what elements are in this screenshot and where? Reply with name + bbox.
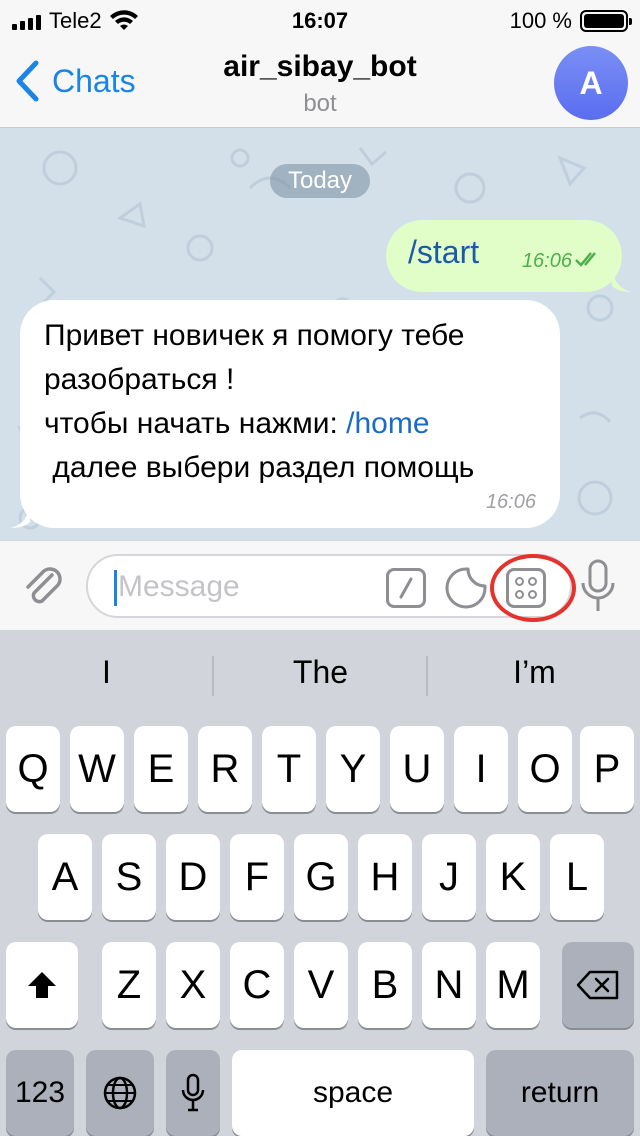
home-command-link[interactable]: /home (346, 407, 429, 440)
slash-icon (399, 577, 413, 599)
key-g[interactable]: G (294, 834, 348, 920)
prediction-2[interactable]: The (214, 654, 427, 691)
predictive-bar: I The I’m (0, 630, 640, 718)
message-line: чтобы начать нажми: /home (44, 402, 544, 446)
key-n[interactable]: N (422, 942, 476, 1028)
globe-key[interactable] (86, 1050, 154, 1136)
read-checkmarks-icon (575, 252, 596, 267)
outgoing-message-text: /start (408, 234, 480, 270)
key-f[interactable]: F (230, 834, 284, 920)
status-right: 100 % (509, 8, 632, 34)
outgoing-message[interactable]: /start 16:06 (386, 220, 632, 292)
key-m[interactable]: M (486, 942, 540, 1028)
key-k[interactable]: K (486, 834, 540, 920)
key-w[interactable]: W (70, 726, 124, 812)
annotation-circle (490, 554, 576, 622)
chat-title[interactable]: air_sibay_bot (0, 50, 640, 84)
prediction-1[interactable]: I (0, 654, 213, 691)
avatar[interactable]: A (554, 46, 628, 120)
chat-subtitle: bot (303, 90, 337, 117)
key-v[interactable]: V (294, 942, 348, 1028)
dictation-key[interactable] (166, 1050, 220, 1136)
text-caret (114, 570, 117, 606)
status-bar: Tele2 16:07 100 % (0, 0, 640, 40)
space-key[interactable]: space (232, 1050, 474, 1136)
incoming-message-text: Привет новичек я помогу тебе разобраться… (44, 314, 544, 490)
key-t[interactable]: T (262, 726, 316, 812)
battery-icon (580, 10, 632, 32)
chat-area[interactable]: Today /start 16:06 Привет новичек я помо… (0, 128, 640, 540)
key-j[interactable]: J (422, 834, 476, 920)
key-c[interactable]: C (230, 942, 284, 1028)
message-line: далее выбери раздел помощь (44, 451, 475, 484)
key-s[interactable]: S (102, 834, 156, 920)
ios-keyboard: I The I’m Q W E R T Y U I O P A S D F G … (0, 630, 640, 1136)
message-placeholder: Message (118, 570, 240, 603)
key-y[interactable]: Y (326, 726, 380, 812)
incoming-message-time: 16:06 (485, 491, 536, 513)
key-u[interactable]: U (390, 726, 444, 812)
key-a[interactable]: A (38, 834, 92, 920)
bot-command-button[interactable] (386, 568, 426, 608)
battery-percent: 100 % (509, 8, 572, 33)
outgoing-message-time: 16:06 (521, 250, 572, 272)
shift-arrow-icon (28, 972, 56, 998)
backspace-icon (576, 970, 619, 1000)
navigation-bar: Chats air_sibay_bot bot A (0, 40, 640, 128)
message-line: разобраться ! (44, 363, 235, 396)
numbers-key[interactable]: 123 (6, 1050, 74, 1136)
bubble-tail (10, 504, 30, 528)
microphone-icon[interactable] (578, 557, 618, 615)
key-x[interactable]: X (166, 942, 220, 1028)
microphone-icon (181, 1073, 205, 1112)
key-d[interactable]: D (166, 834, 220, 920)
bubble-tail (612, 268, 632, 292)
key-i[interactable]: I (454, 726, 508, 812)
incoming-message[interactable]: Привет новичек я помогу тебе разобраться… (10, 300, 560, 528)
key-l[interactable]: L (550, 834, 604, 920)
delete-key[interactable] (562, 942, 634, 1028)
sticker-icon[interactable] (444, 566, 488, 610)
prediction-3[interactable]: I’m (428, 654, 640, 691)
key-b[interactable]: B (358, 942, 412, 1028)
key-e[interactable]: E (134, 726, 188, 812)
key-z[interactable]: Z (102, 942, 156, 1028)
message-text: чтобы начать нажми: (44, 407, 347, 440)
key-o[interactable]: O (518, 726, 572, 812)
globe-icon (103, 1076, 137, 1110)
key-h[interactable]: H (358, 834, 412, 920)
date-divider: Today (270, 164, 370, 198)
key-p[interactable]: P (580, 726, 634, 812)
message-line: Привет новичек я помогу тебе (44, 319, 465, 352)
paperclip-icon[interactable] (18, 561, 66, 609)
shift-key[interactable] (6, 942, 78, 1028)
key-r[interactable]: R (198, 726, 252, 812)
key-q[interactable]: Q (6, 726, 60, 812)
return-key[interactable]: return (486, 1050, 634, 1136)
